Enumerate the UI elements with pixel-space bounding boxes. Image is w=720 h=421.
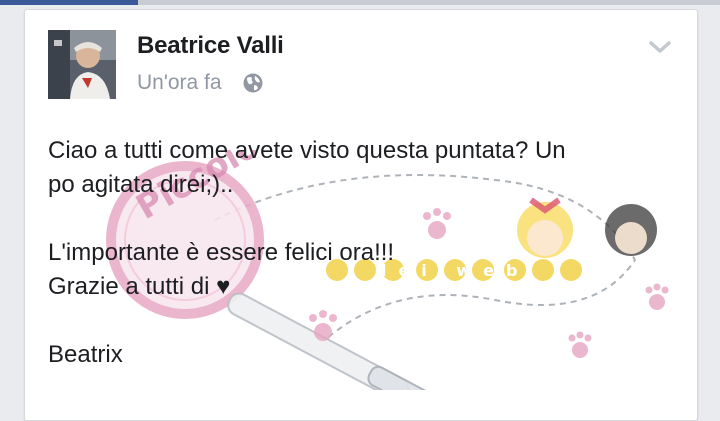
post-timestamp[interactable]: Un'ora fa: [137, 71, 222, 95]
post-body: Ciao a tutti come avete visto questa pun…: [48, 134, 678, 372]
globe-icon[interactable]: [242, 72, 264, 94]
post-card: Beatrice Valli Un'ora fa Piccolo Lolita: [24, 9, 698, 421]
post-line: Ciao a tutti come avete visto questa pun…: [48, 137, 566, 164]
post-line: po agitata direi;)..: [48, 171, 234, 198]
author-name[interactable]: Beatrice Valli: [137, 32, 284, 60]
post-line: L'importante è essere felici ora!!!: [48, 239, 395, 266]
post-meta: Un'ora fa: [137, 70, 264, 96]
post-signature: Beatrix: [48, 341, 123, 368]
avatar-photo: [48, 30, 116, 99]
chevron-down-icon[interactable]: [645, 36, 675, 58]
post-line: Grazie a tutti di ♥: [48, 273, 231, 300]
top-bar-accent: [0, 0, 138, 5]
avatar[interactable]: [48, 30, 116, 99]
top-bar: [0, 0, 720, 5]
